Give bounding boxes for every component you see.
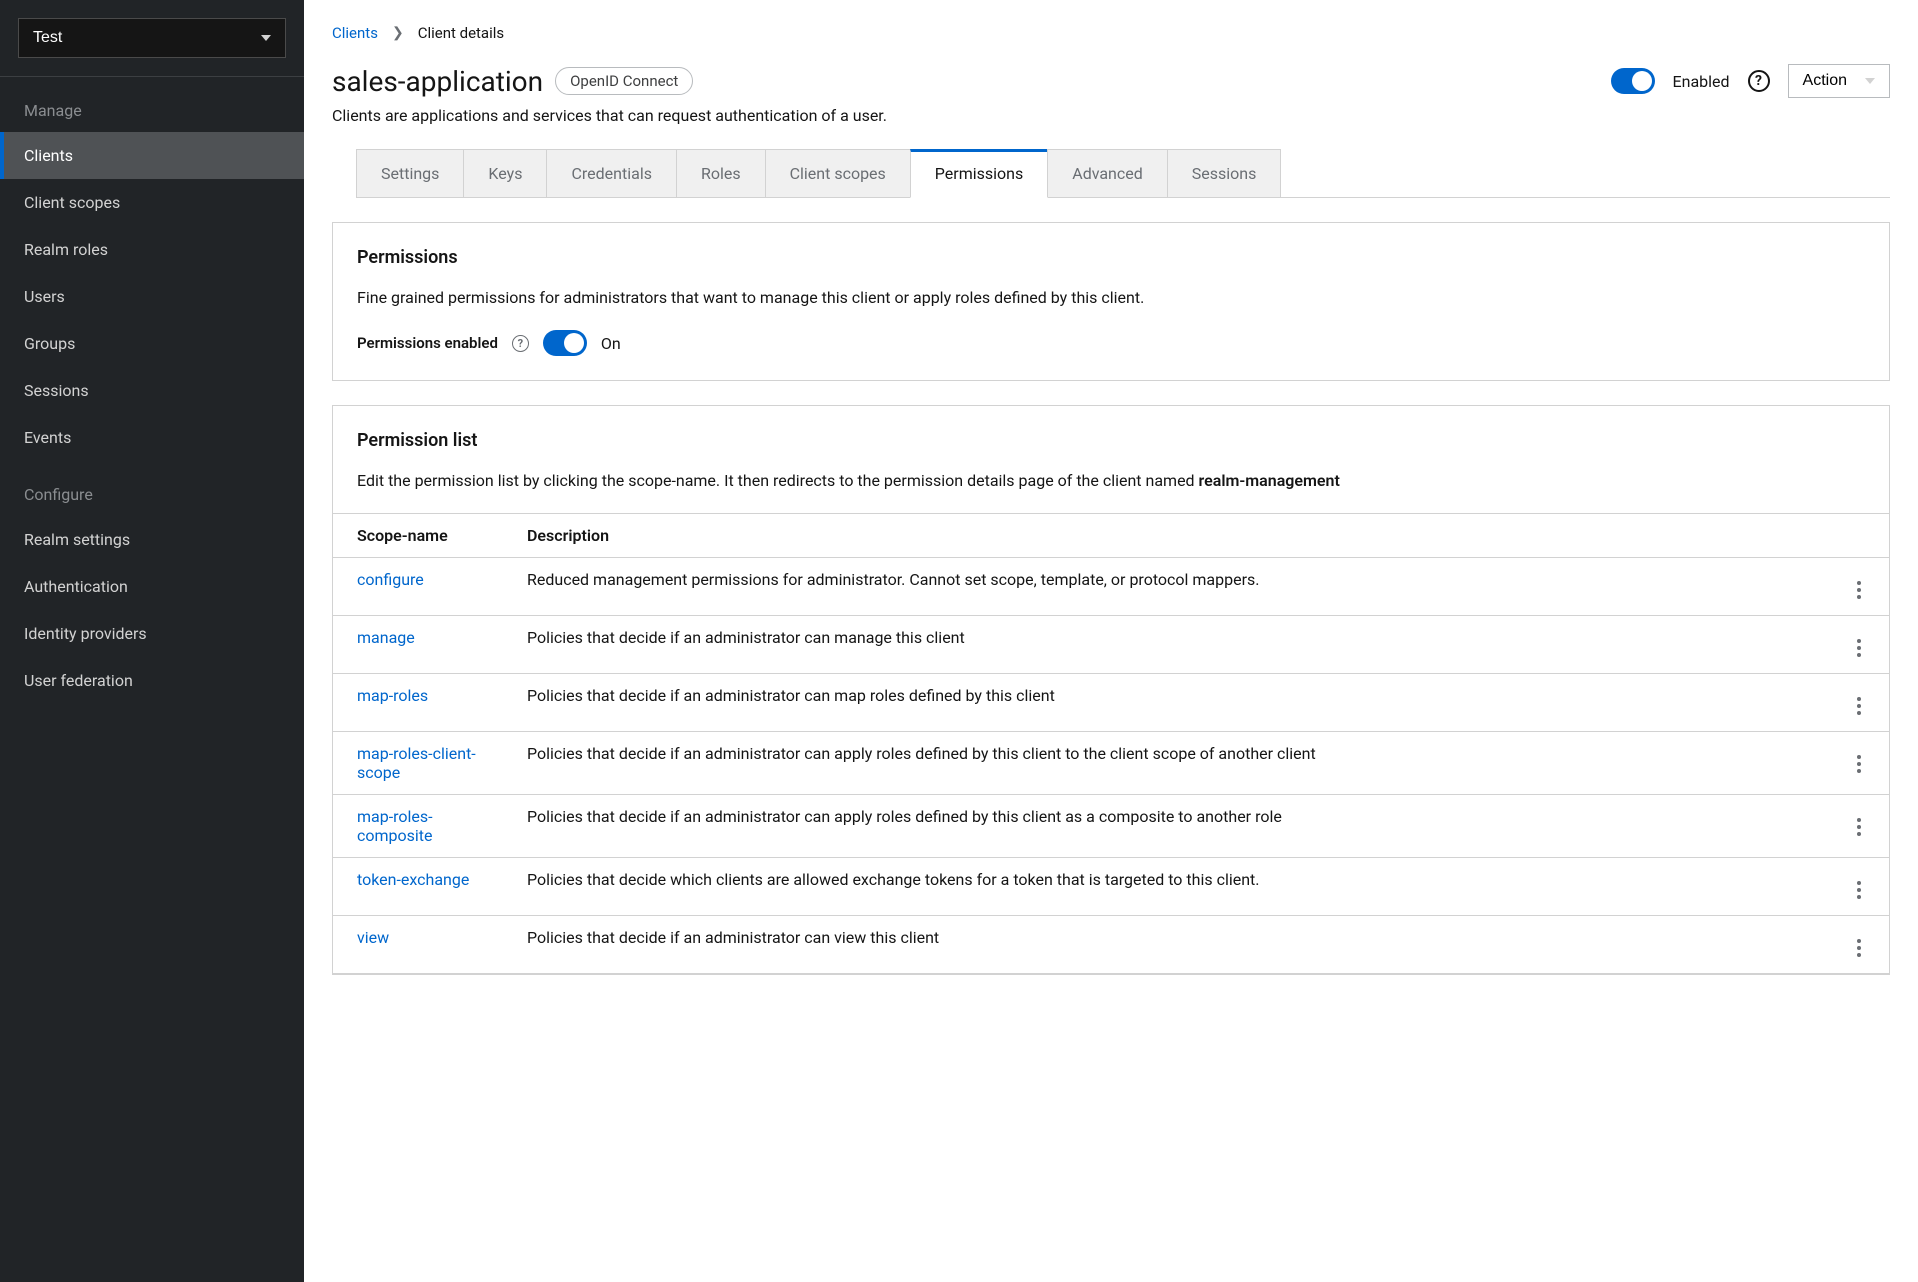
chevron-right-icon: ❯ (392, 25, 404, 41)
caret-down-icon (261, 35, 271, 41)
enabled-toggle[interactable] (1611, 68, 1655, 94)
sidebar-nav: ManageClientsClient scopesRealm rolesUse… (0, 77, 304, 704)
scope-link-map-roles-composite[interactable]: map-roles-composite (357, 807, 433, 845)
switch-thumb (1632, 71, 1652, 91)
tab-sessions[interactable]: Sessions (1167, 149, 1282, 197)
kebab-icon[interactable] (1853, 577, 1865, 603)
page-description: Clients are applications and services th… (332, 106, 1890, 125)
sidebar-item-clients[interactable]: Clients (0, 132, 304, 179)
scope-description: Policies that decide which clients are a… (503, 858, 1829, 916)
main-content: Clients ❯ Client details sales-applicati… (304, 0, 1918, 1282)
permission-list-text-prefix: Edit the permission list by clicking the… (357, 471, 1199, 490)
scope-link-configure[interactable]: configure (357, 570, 424, 589)
permissions-enabled-label: Permissions enabled (357, 334, 498, 352)
permissions-card-title: Permissions (357, 247, 1865, 268)
permission-table: Scope-name Description configure Reduced … (333, 513, 1889, 974)
kebab-icon[interactable] (1853, 814, 1865, 840)
sidebar-item-realm-settings[interactable]: Realm settings (0, 516, 304, 563)
column-scope-name: Scope-name (333, 514, 503, 558)
scope-description: Policies that decide if an administrator… (503, 916, 1829, 974)
page-title: sales-application (332, 65, 543, 98)
permissions-card-text: Fine grained permissions for administrat… (357, 286, 1865, 310)
scope-link-manage[interactable]: manage (357, 628, 415, 647)
tabs: SettingsKeysCredentialsRolesClient scope… (356, 149, 1890, 198)
kebab-icon[interactable] (1853, 935, 1865, 961)
help-icon[interactable]: ? (1748, 70, 1770, 92)
scope-description: Policies that decide if an administrator… (503, 674, 1829, 732)
sidebar-item-user-federation[interactable]: User federation (0, 657, 304, 704)
table-row: map-roles-client-scope Policies that deci… (333, 732, 1889, 795)
caret-down-icon (1865, 78, 1875, 84)
table-row: map-roles-composite Policies that decide … (333, 795, 1889, 858)
header-controls: Enabled ? Action (1611, 64, 1890, 98)
realm-selector-label: Test (33, 29, 62, 47)
sidebar-item-client-scopes[interactable]: Client scopes (0, 179, 304, 226)
tab-credentials[interactable]: Credentials (546, 149, 677, 197)
permission-list-text-bold: realm-management (1199, 471, 1340, 490)
kebab-icon[interactable] (1853, 635, 1865, 661)
scope-link-map-roles[interactable]: map-roles (357, 686, 428, 705)
breadcrumb-current: Client details (418, 24, 504, 42)
tab-keys[interactable]: Keys (463, 149, 547, 197)
permission-list-card: Permission list Edit the permission list… (332, 405, 1890, 975)
action-dropdown[interactable]: Action (1788, 64, 1890, 98)
permission-list-text: Edit the permission list by clicking the… (357, 469, 1865, 493)
tab-settings[interactable]: Settings (356, 149, 464, 197)
table-row: token-exchange Policies that decide which… (333, 858, 1889, 916)
sidebar-item-sessions[interactable]: Sessions (0, 367, 304, 414)
kebab-icon[interactable] (1853, 877, 1865, 903)
sidebar: Test ManageClientsClient scopesRealm rol… (0, 0, 304, 1282)
sidebar-item-identity-providers[interactable]: Identity providers (0, 610, 304, 657)
permissions-card: Permissions Fine grained permissions for… (332, 222, 1890, 381)
page-header: sales-application OpenID Connect Enabled… (332, 64, 1890, 98)
switch-thumb (564, 333, 584, 353)
table-row: view Policies that decide if an administr… (333, 916, 1889, 974)
title-group: sales-application OpenID Connect (332, 65, 693, 98)
help-icon[interactable]: ? (512, 335, 529, 352)
tab-permissions[interactable]: Permissions (910, 149, 1048, 198)
scope-description: Policies that decide if an administrator… (503, 732, 1829, 795)
table-row: manage Policies that decide if an adminis… (333, 616, 1889, 674)
enabled-label: Enabled (1673, 72, 1730, 91)
tab-roles[interactable]: Roles (676, 149, 766, 197)
realm-selector[interactable]: Test (18, 18, 286, 58)
scope-link-map-roles-client-scope[interactable]: map-roles-client-scope (357, 744, 476, 782)
sidebar-item-authentication[interactable]: Authentication (0, 563, 304, 610)
sidebar-item-groups[interactable]: Groups (0, 320, 304, 367)
protocol-badge: OpenID Connect (555, 67, 693, 95)
permission-list-title: Permission list (357, 430, 1865, 451)
sidebar-section-header: Manage (0, 77, 304, 132)
scope-link-token-exchange[interactable]: token-exchange (357, 870, 469, 889)
kebab-icon[interactable] (1853, 693, 1865, 719)
permissions-enabled-row: Permissions enabled ? On (357, 330, 1865, 356)
scope-link-view[interactable]: view (357, 928, 389, 947)
tab-client-scopes[interactable]: Client scopes (765, 149, 911, 197)
table-row: map-roles Policies that decide if an admi… (333, 674, 1889, 732)
scope-description: Policies that decide if an administrator… (503, 795, 1829, 858)
breadcrumb-clients-link[interactable]: Clients (332, 24, 378, 42)
sidebar-item-users[interactable]: Users (0, 273, 304, 320)
scope-description: Policies that decide if an administrator… (503, 616, 1829, 674)
sidebar-section-header: Configure (0, 461, 304, 516)
realm-selector-wrapper: Test (0, 0, 304, 77)
table-row: configure Reduced management permissions … (333, 558, 1889, 616)
tab-advanced[interactable]: Advanced (1047, 149, 1168, 197)
permissions-on-label: On (601, 334, 621, 353)
sidebar-item-realm-roles[interactable]: Realm roles (0, 226, 304, 273)
action-label: Action (1803, 72, 1847, 90)
column-description: Description (503, 514, 1829, 558)
permissions-enabled-toggle[interactable] (543, 330, 587, 356)
kebab-icon[interactable] (1853, 751, 1865, 777)
sidebar-item-events[interactable]: Events (0, 414, 304, 461)
breadcrumb: Clients ❯ Client details (332, 24, 1890, 42)
scope-description: Reduced management permissions for admin… (503, 558, 1829, 616)
column-actions (1829, 514, 1889, 558)
